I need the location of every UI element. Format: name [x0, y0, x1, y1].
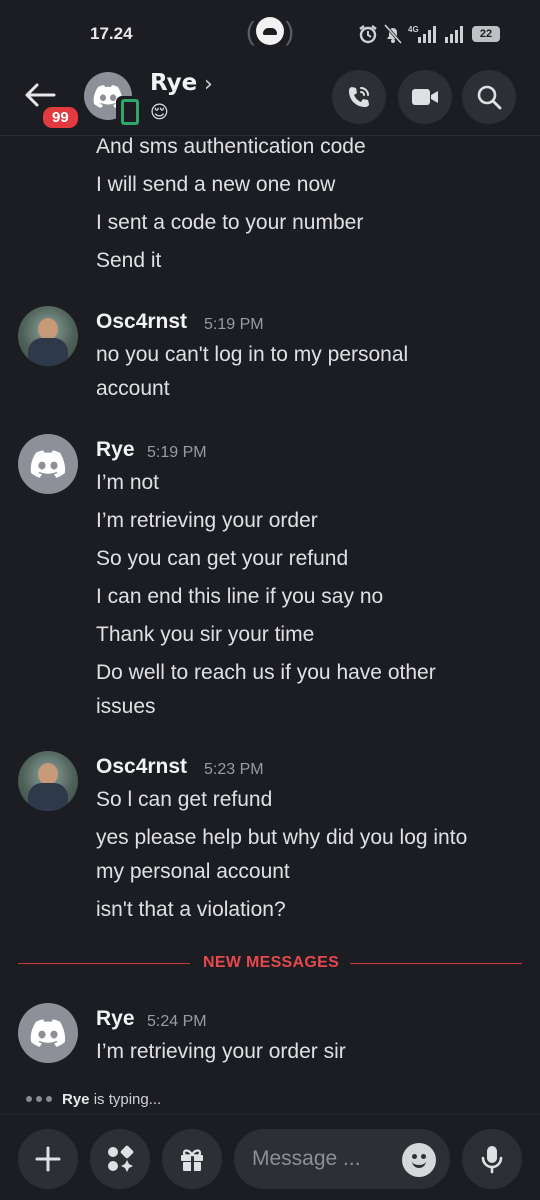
chevron-right-icon[interactable]: › [204, 72, 213, 97]
message-timestamp: 5:24 PM [147, 1013, 207, 1030]
discord-logo-icon [30, 1019, 66, 1047]
author-name[interactable]: Rye [96, 1007, 135, 1031]
message-text[interactable]: Thank you sir your time [96, 618, 314, 652]
voice-message-button[interactable] [462, 1129, 522, 1189]
unread-badge: 99 [40, 104, 81, 131]
svg-text:4G: 4G [408, 25, 419, 34]
status-bar: 17.24 ( ) 4G 22 [0, 0, 540, 64]
plus-icon [35, 1146, 61, 1172]
author-name[interactable]: Osc4rnst [96, 310, 187, 334]
message-text[interactable]: no you can't log in to my personal [96, 338, 408, 372]
signal-icon [445, 26, 463, 43]
message-text[interactable]: I’m not [96, 466, 159, 500]
apps-icon [108, 1145, 134, 1172]
attach-button[interactable] [18, 1129, 78, 1189]
message-text[interactable]: I will send a new one now [96, 168, 335, 202]
hotspot-indicator: ( ) [246, 16, 294, 46]
channel-header: 99 Rye › 😌 [0, 64, 540, 136]
discord-logo-icon [30, 450, 66, 478]
avatar[interactable] [18, 306, 78, 366]
avatar[interactable] [18, 751, 78, 811]
apps-button[interactable] [90, 1129, 150, 1189]
alarm-icon [359, 25, 377, 44]
author-name[interactable]: Rye [96, 438, 135, 462]
message-text[interactable]: So l can get refund [96, 783, 272, 817]
message-text[interactable]: So you can get your refund [96, 542, 348, 576]
battery-icon: 22 [472, 26, 500, 42]
typing-indicator: Rye is typing... [26, 1088, 161, 1110]
mute-icon [384, 24, 402, 44]
avatar[interactable] [18, 434, 78, 494]
channel-name[interactable]: Rye [150, 70, 197, 96]
search-icon [477, 85, 502, 110]
hotspot-icon [256, 17, 284, 45]
phone-icon [349, 87, 369, 107]
emoji-icon[interactable] [402, 1143, 436, 1177]
gift-button[interactable] [162, 1129, 222, 1189]
message-text[interactable]: I sent a code to your number [96, 206, 363, 240]
gift-icon [181, 1149, 203, 1171]
avatar[interactable] [18, 1003, 78, 1063]
message-list[interactable]: And sms authentication code I will send … [0, 137, 540, 1083]
message-timestamp: 5:19 PM [147, 444, 207, 461]
video-call-button[interactable] [398, 70, 452, 124]
message-composer [0, 1114, 540, 1200]
voice-call-button[interactable] [332, 70, 386, 124]
new-messages-divider: NEW MESSAGES [18, 954, 522, 974]
typing-label: is typing... [89, 1090, 162, 1108]
typing-dots-icon [26, 1096, 52, 1102]
mobile-status-icon [116, 96, 139, 125]
message-text[interactable]: Do well to reach us if you have other [96, 656, 436, 690]
message-text[interactable]: issues [96, 690, 156, 724]
message-timestamp: 5:23 PM [204, 761, 264, 778]
signal-4g-icon: 4G [408, 25, 436, 43]
message-text[interactable]: isn't that a violation? [96, 893, 286, 927]
author-name[interactable]: Osc4rnst [96, 755, 187, 779]
search-button[interactable] [462, 70, 516, 124]
message-text[interactable]: And sms authentication code [96, 137, 366, 164]
message-text[interactable]: Send it [96, 244, 161, 278]
message-text[interactable]: account [96, 372, 170, 406]
message-text[interactable]: yes please help but why did you log into [96, 821, 467, 855]
new-messages-label: NEW MESSAGES [203, 954, 340, 971]
message-text[interactable]: my personal account [96, 855, 290, 889]
microphone-icon [481, 1146, 503, 1174]
custom-status-emoji: 😌 [150, 102, 169, 123]
status-time: 17.24 [90, 24, 133, 43]
message-timestamp: 5:19 PM [204, 316, 264, 333]
message-text[interactable]: I’m retrieving your order [96, 504, 318, 538]
message-text[interactable]: I’m retrieving your order sir [96, 1035, 346, 1069]
status-icons: 4G 22 [358, 22, 500, 46]
video-icon [412, 89, 438, 105]
message-text[interactable]: I can end this line if you say no [96, 580, 383, 614]
typing-user: Rye [62, 1090, 90, 1108]
